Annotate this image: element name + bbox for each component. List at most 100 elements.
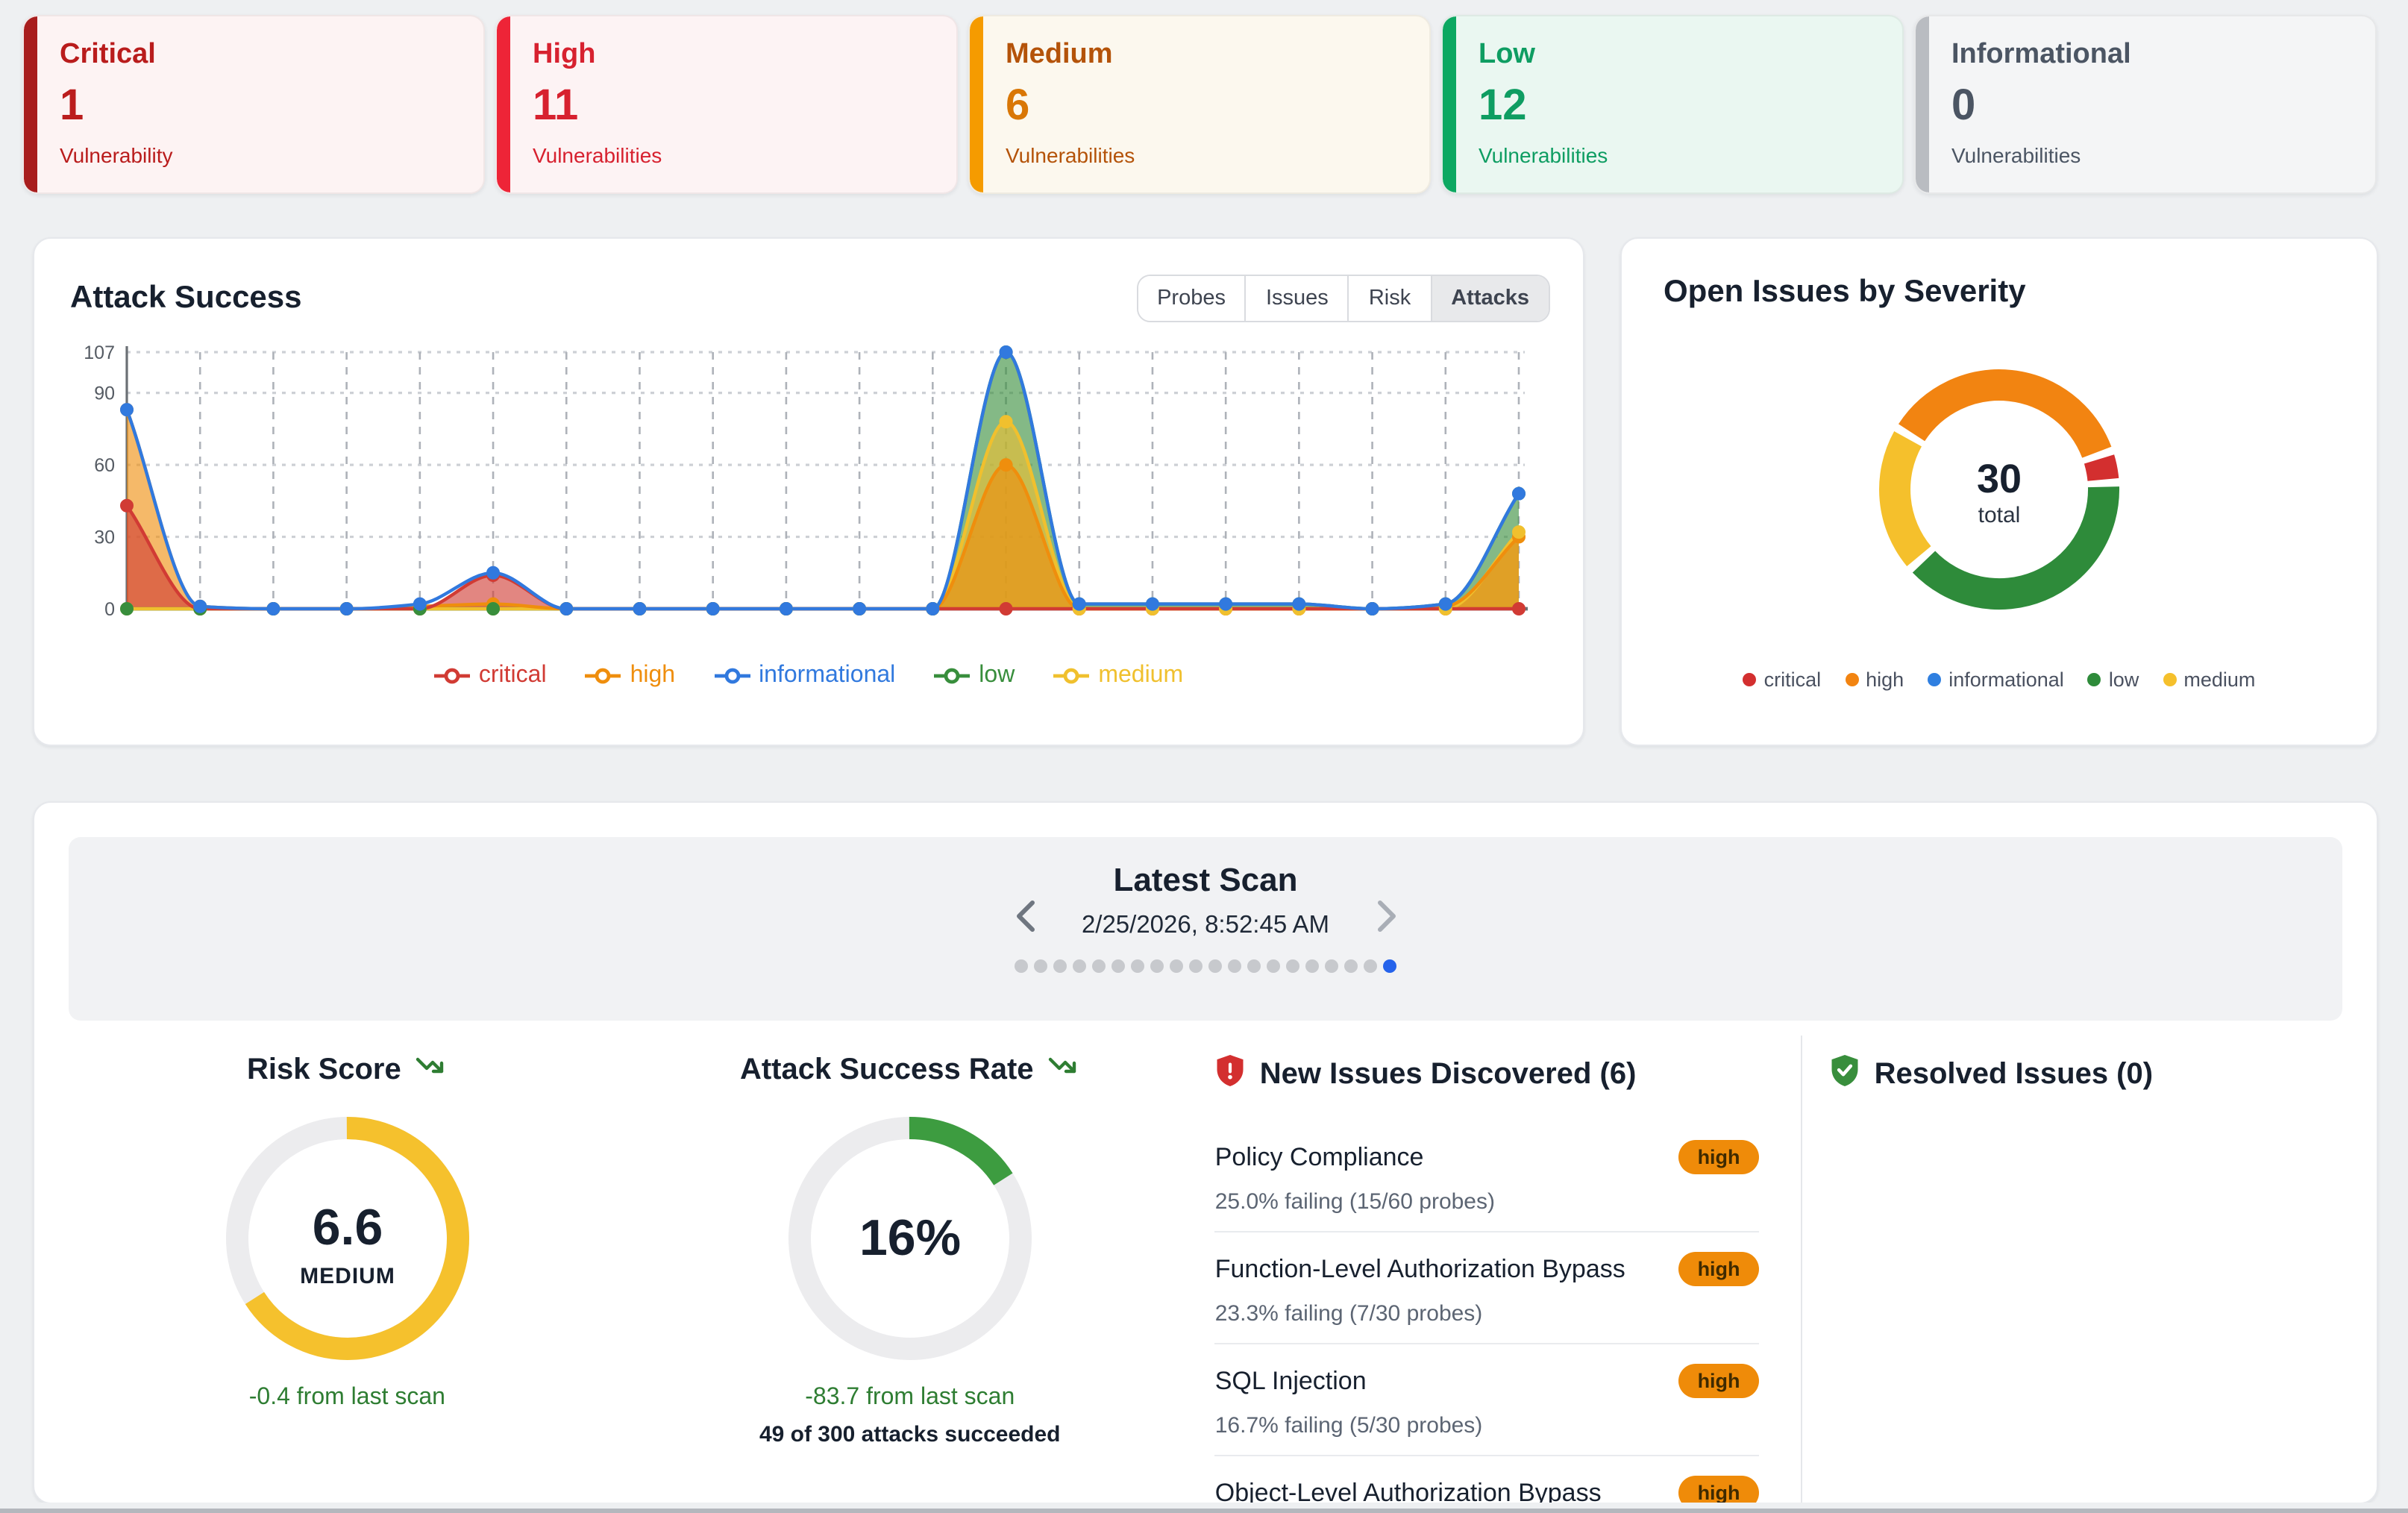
risk-score-title: Risk Score: [247, 1053, 401, 1088]
legend-dot: [1845, 673, 1858, 686]
tab-risk[interactable]: Risk: [1348, 276, 1430, 321]
new-issues-list: Policy Compliancehigh25.0% failing (15/6…: [1215, 1121, 1760, 1504]
scan-dot[interactable]: [1034, 959, 1047, 973]
severity-card-medium[interactable]: Medium6Vulnerabilities: [968, 15, 1431, 194]
scan-dot[interactable]: [1015, 959, 1028, 973]
scan-dot[interactable]: [1053, 959, 1067, 973]
issue-row-top: Object-Level Authorization Bypasshigh: [1215, 1476, 1760, 1504]
previous-scan-button[interactable]: [1006, 894, 1044, 939]
severity-card-informational[interactable]: Informational0Vulnerabilities: [1914, 15, 2377, 194]
svg-text:MEDIUM: MEDIUM: [300, 1264, 395, 1288]
scan-dot[interactable]: [1364, 959, 1377, 973]
legend-label: critical: [479, 662, 547, 689]
attack-rate-gauge: 16%: [783, 1112, 1037, 1373]
attack-rate-delta: -83.7 from last scan: [626, 1385, 1194, 1412]
severity-accent-bar: [24, 16, 37, 192]
svg-text:107: 107: [84, 342, 115, 363]
legend-label: medium: [1098, 662, 1183, 689]
scan-dot[interactable]: [1208, 959, 1222, 973]
issue-name: Policy Compliance: [1215, 1142, 1424, 1172]
donut-legend-item-critical[interactable]: critical: [1743, 668, 1822, 691]
svg-text:0: 0: [104, 599, 115, 620]
tab-attacks[interactable]: Attacks: [1430, 276, 1549, 321]
scan-dot[interactable]: [1286, 959, 1299, 973]
new-issues-header: New Issues Discovered (6): [1215, 1053, 1760, 1097]
severity-card-label: Vulnerabilities: [1951, 143, 2375, 167]
severity-badge: high: [1678, 1476, 1760, 1504]
scan-dot[interactable]: [1325, 959, 1338, 973]
legend-item-high[interactable]: high: [586, 662, 676, 689]
issue-detail: 23.3% failing (7/30 probes): [1215, 1301, 1760, 1326]
risk-score-gauge: 6.6MEDIUM: [220, 1112, 474, 1373]
scan-dot[interactable]: [1073, 959, 1086, 973]
severity-card-title: Informational: [1951, 39, 2375, 72]
legend-item-informational[interactable]: informational: [714, 662, 895, 689]
scan-dot[interactable]: [1150, 959, 1164, 973]
scan-carousel-title: Latest Scan: [69, 837, 2342, 900]
severity-card-count: 1: [60, 82, 483, 131]
attack-rate-title: Attack Success Rate: [740, 1053, 1034, 1088]
scan-dot[interactable]: [1228, 959, 1241, 973]
issue-row-top: SQL Injectionhigh: [1215, 1364, 1760, 1398]
issue-row[interactable]: Function-Level Authorization Bypasshigh 2…: [1215, 1232, 1760, 1344]
donut-legend-item-high[interactable]: high: [1845, 668, 1904, 691]
scan-dot[interactable]: [1267, 959, 1280, 973]
legend-dot: [2163, 673, 2176, 686]
severity-accent-bar: [1443, 16, 1456, 192]
tab-issues[interactable]: Issues: [1245, 276, 1348, 321]
issue-row-top: Function-Level Authorization Bypasshigh: [1215, 1252, 1760, 1286]
attack-success-panel: Attack Success ProbesIssuesRiskAttacks 0…: [33, 237, 1584, 746]
issue-row[interactable]: Object-Level Authorization Bypasshigh: [1215, 1456, 1760, 1504]
next-scan-button[interactable]: [1367, 894, 1405, 939]
donut-legend-item-low[interactable]: low: [2088, 668, 2139, 691]
attack-success-rate-section: Attack Success Rate 16% -83.7 from last …: [626, 1036, 1194, 1504]
severity-card-low[interactable]: Low12Vulnerabilities: [1441, 15, 1904, 194]
severity-card-title: Low: [1479, 39, 1902, 72]
chevron-right-icon: [1376, 900, 1396, 933]
issue-row[interactable]: SQL Injectionhigh16.7% failing (5/30 pro…: [1215, 1344, 1760, 1456]
svg-text:30: 30: [1977, 457, 2022, 501]
legend-item-low[interactable]: low: [934, 662, 1015, 689]
severity-card-high[interactable]: High11Vulnerabilities: [495, 15, 958, 194]
scan-dot[interactable]: [1247, 959, 1261, 973]
severity-accent-bar: [970, 16, 983, 192]
severity-accent-bar: [1916, 16, 1929, 192]
severity-card-label: Vulnerabilities: [1479, 143, 1902, 167]
donut-legend-item-informational[interactable]: informational: [1928, 668, 2064, 691]
risk-score-section: Risk Score 6.6MEDIUM -0.4 from last scan: [69, 1036, 626, 1504]
legend-item-medium[interactable]: medium: [1053, 662, 1183, 689]
chevron-left-icon: [1015, 900, 1035, 933]
scan-dot[interactable]: [1344, 959, 1358, 973]
issue-row-top: Policy Compliance high: [1215, 1140, 1760, 1174]
legend-marker-icon: [434, 667, 470, 685]
scan-dot[interactable]: [1189, 959, 1203, 973]
risk-score-delta: -0.4 from last scan: [69, 1385, 626, 1412]
scan-dot-active[interactable]: [1383, 959, 1396, 973]
legend-label: critical: [1764, 668, 1822, 691]
attack-view-tabs: ProbesIssuesRiskAttacks: [1136, 275, 1550, 322]
legend-label: informational: [1948, 668, 2064, 691]
attack-chart-legend: critical high informational low medium: [34, 662, 1583, 689]
tab-probes[interactable]: Probes: [1138, 276, 1245, 321]
legend-label: high: [630, 662, 676, 689]
legend-item-critical[interactable]: critical: [434, 662, 547, 689]
severity-badge: high: [1678, 1140, 1760, 1174]
legend-label: informational: [759, 662, 895, 689]
scan-dot[interactable]: [1131, 959, 1144, 973]
legend-marker-icon: [714, 667, 750, 685]
severity-card-count: 11: [533, 82, 956, 131]
scan-dot[interactable]: [1092, 959, 1106, 973]
scan-dot[interactable]: [1305, 959, 1319, 973]
shield-alert-icon: [1215, 1053, 1247, 1097]
legend-dot: [1928, 673, 1941, 686]
severity-card-label: Vulnerabilities: [1006, 143, 1429, 167]
donut-legend-item-medium[interactable]: medium: [2163, 668, 2255, 691]
scan-dot[interactable]: [1170, 959, 1183, 973]
legend-marker-icon: [1053, 667, 1089, 685]
severity-card-critical[interactable]: Critical1Vulnerability: [22, 15, 485, 194]
issue-name: SQL Injection: [1215, 1366, 1367, 1396]
issue-row[interactable]: Policy Compliancehigh25.0% failing (15/6…: [1215, 1121, 1760, 1232]
legend-label: medium: [2183, 668, 2255, 691]
legend-label: high: [1866, 668, 1904, 691]
scan-dot[interactable]: [1111, 959, 1125, 973]
